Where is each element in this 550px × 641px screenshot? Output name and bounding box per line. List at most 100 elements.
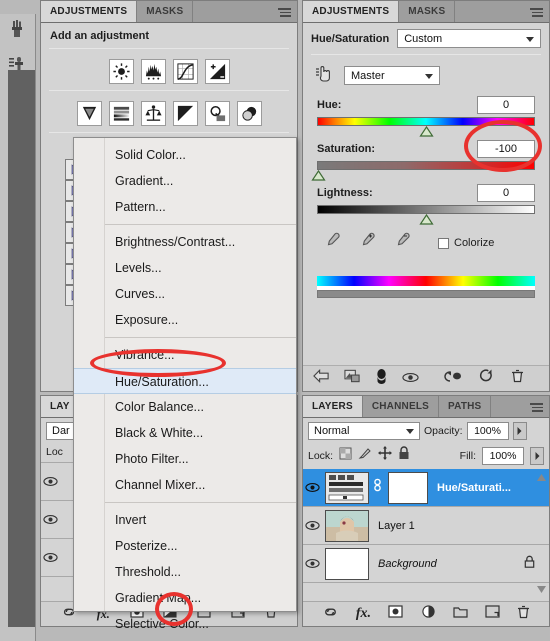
- tab-paths[interactable]: PATHS: [439, 396, 492, 417]
- layer-thumbnail[interactable]: [325, 509, 369, 542]
- layer-name: Layer 1: [378, 519, 415, 532]
- link-layers-icon[interactable]: [322, 605, 339, 623]
- tab-masks[interactable]: MASKS: [137, 1, 194, 22]
- exposure-icon[interactable]: [204, 59, 230, 84]
- opacity-stepper[interactable]: [512, 422, 527, 440]
- clip-to-layer-icon[interactable]: [344, 369, 361, 388]
- opacity-label: Opacity:: [424, 425, 463, 437]
- tab-layers[interactable]: LAYERS: [303, 396, 363, 417]
- panel-menu-icon[interactable]: [277, 6, 293, 18]
- layers-scrollbar[interactable]: [537, 468, 547, 486]
- saturation-slider-track[interactable]: [311, 161, 535, 181]
- menu-item-channel-mixer[interactable]: Channel Mixer...: [74, 472, 296, 498]
- channel-value: Master: [351, 69, 385, 82]
- lock-position-icon[interactable]: [378, 446, 393, 465]
- menu-item-pattern[interactable]: Pattern...: [74, 194, 296, 220]
- menu-item-threshold[interactable]: Threshold...: [74, 559, 296, 585]
- eye-icon[interactable]: [303, 514, 321, 538]
- add-layer-mask-icon[interactable]: [388, 605, 403, 623]
- fill-stepper[interactable]: [530, 446, 544, 465]
- curves-icon[interactable]: [172, 59, 198, 84]
- panel-menu-icon[interactable]: [529, 6, 545, 18]
- menu-item-gradient-map[interactable]: Gradient Map...: [74, 585, 296, 611]
- brightness-contrast-icon[interactable]: [108, 59, 134, 84]
- colorize-checkbox[interactable]: [438, 237, 449, 249]
- eye-icon[interactable]: [41, 470, 59, 494]
- hue-slider-track[interactable]: [317, 117, 535, 137]
- hue-saturation-icon[interactable]: [108, 101, 134, 126]
- photo-filter-icon[interactable]: [204, 101, 230, 126]
- new-group-icon[interactable]: [453, 605, 468, 623]
- tab-adjustments[interactable]: ADJUSTMENTS: [303, 1, 400, 22]
- mask-link-icon[interactable]: [373, 478, 382, 497]
- reset-previous-state-icon[interactable]: [444, 370, 463, 388]
- channel-mixer-icon[interactable]: [236, 101, 262, 126]
- eye-icon[interactable]: [303, 552, 321, 576]
- levels-icon[interactable]: [140, 59, 166, 84]
- eyedropper-icon[interactable]: [323, 232, 340, 254]
- menu-item-invert[interactable]: Invert: [74, 507, 296, 533]
- reset-adjustment-icon[interactable]: [479, 369, 493, 388]
- delete-adjustment-icon[interactable]: [511, 369, 524, 388]
- saturation-value-input[interactable]: -100: [477, 140, 535, 158]
- layer-row-background[interactable]: Background: [303, 545, 549, 583]
- channel-row: Master: [303, 55, 549, 90]
- toggle-layer-visibility-icon[interactable]: [375, 368, 388, 389]
- menu-item-brightness-contrast[interactable]: Brightness/Contrast...: [74, 229, 296, 255]
- layer-row-hue-saturation[interactable]: Hue/Saturati...: [303, 469, 549, 507]
- menu-item-vibrance[interactable]: Vibrance...: [74, 342, 296, 368]
- tab-channels[interactable]: CHANNELS: [362, 396, 440, 417]
- menu-item-exposure[interactable]: Exposure...: [74, 307, 296, 333]
- menu-item-posterize[interactable]: Posterize...: [74, 533, 296, 559]
- eye-icon[interactable]: [41, 546, 59, 570]
- tab-adjustments[interactable]: ADJUSTMENTS: [41, 1, 138, 22]
- menu-item-hue-saturation[interactable]: Hue/Saturation...: [74, 368, 296, 394]
- menu-item-black-and-white[interactable]: Black & White...: [74, 420, 296, 446]
- vibrance-icon[interactable]: [76, 101, 102, 126]
- layers-scroll-down-arrow[interactable]: [537, 580, 547, 598]
- layer-row-layer-1[interactable]: Layer 1: [303, 507, 549, 545]
- adjustment-icons-row-2: [41, 91, 297, 132]
- menu-item-selective-color[interactable]: Selective Color...: [74, 611, 296, 637]
- color-balance-icon[interactable]: [140, 101, 166, 126]
- menu-item-solid-color[interactable]: Solid Color...: [74, 142, 296, 168]
- hue-value-input[interactable]: 0: [477, 96, 535, 114]
- layer-style-fx-icon[interactable]: fx.: [356, 606, 371, 622]
- lock-all-icon[interactable]: [398, 446, 410, 465]
- return-to-adjustment-list-icon[interactable]: [313, 368, 330, 388]
- blend-mode-select[interactable]: Normal: [308, 422, 420, 440]
- delete-layer-icon[interactable]: [517, 605, 530, 624]
- channel-select[interactable]: Master: [344, 66, 440, 85]
- fill-input[interactable]: 100%: [482, 446, 524, 465]
- lightness-value-input[interactable]: 0: [477, 184, 535, 202]
- panel-menu-icon[interactable]: [529, 401, 545, 413]
- new-adjustment-layer-icon[interactable]: [421, 605, 436, 623]
- menu-item-levels[interactable]: Levels...: [74, 255, 296, 281]
- preset-select[interactable]: Custom: [397, 29, 541, 48]
- lightness-slider-thumb[interactable]: [419, 213, 434, 225]
- on-image-adjust-icon[interactable]: [313, 63, 335, 88]
- menu-item-curves[interactable]: Curves...: [74, 281, 296, 307]
- layer-thumbnail[interactable]: [325, 547, 369, 580]
- black-white-icon[interactable]: [172, 101, 198, 126]
- eyedropper-subtract-icon[interactable]: [393, 232, 410, 254]
- colorize-checkbox-group[interactable]: Colorize: [438, 237, 494, 249]
- eye-icon[interactable]: [41, 508, 59, 532]
- eyedropper-add-icon[interactable]: [358, 232, 375, 254]
- lightness-slider-track[interactable]: [317, 205, 535, 225]
- lock-transparent-pixels-icon[interactable]: [339, 447, 352, 465]
- eye-icon[interactable]: [303, 476, 321, 500]
- tab-masks[interactable]: MASKS: [399, 1, 456, 22]
- opacity-input[interactable]: 100%: [466, 422, 509, 440]
- preview-eye-icon[interactable]: [402, 370, 419, 388]
- brush-tools-icon[interactable]: [0, 14, 34, 44]
- colorize-label: Colorize: [454, 237, 495, 249]
- tool-strip-background: [8, 70, 35, 627]
- new-layer-icon[interactable]: [485, 605, 500, 623]
- menu-item-photo-filter[interactable]: Photo Filter...: [74, 446, 296, 472]
- lock-image-pixels-icon[interactable]: [358, 447, 372, 465]
- layer-thumbnail[interactable]: [325, 471, 369, 504]
- layer-mask-thumbnail[interactable]: [388, 471, 428, 504]
- menu-item-color-balance[interactable]: Color Balance...: [74, 394, 296, 420]
- menu-item-gradient[interactable]: Gradient...: [74, 168, 296, 194]
